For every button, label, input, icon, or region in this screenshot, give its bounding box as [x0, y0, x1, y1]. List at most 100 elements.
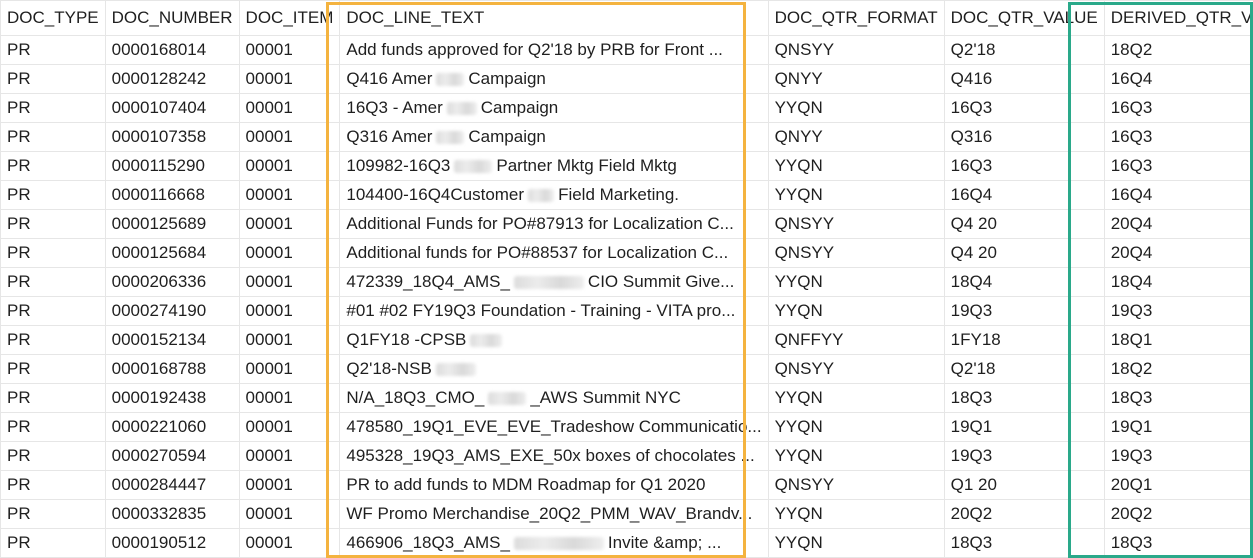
cell-derived-qtr-value[interactable]: 20Q4 — [1104, 210, 1253, 239]
table-row[interactable]: PR000016878800001 Q2'18-NSBQNSYYQ2'1818Q… — [1, 355, 1253, 384]
cell-doc-item[interactable]: 00001 — [239, 123, 340, 152]
cell-doc-number[interactable]: 0000168014 — [105, 36, 239, 65]
cell-doc-qtr-format[interactable]: QNSYY — [768, 355, 944, 384]
cell-doc-qtr-value[interactable]: 16Q3 — [944, 94, 1104, 123]
cell-derived-qtr-value[interactable]: 19Q3 — [1104, 442, 1253, 471]
cell-derived-qtr-value[interactable]: 18Q2 — [1104, 355, 1253, 384]
cell-doc-qtr-value[interactable]: 18Q4 — [944, 268, 1104, 297]
cell-doc-qtr-format[interactable]: YYQN — [768, 384, 944, 413]
cell-doc-line-text[interactable]: 495328_19Q3_AMS_EXE_50x boxes of chocola… — [340, 442, 768, 471]
cell-doc-line-text[interactable]: Q1FY18 -CPSB — [340, 326, 768, 355]
cell-doc-type[interactable]: PR — [1, 94, 106, 123]
col-header-doc-item[interactable]: DOC_ITEM — [239, 1, 340, 36]
cell-doc-item[interactable]: 00001 — [239, 65, 340, 94]
cell-doc-type[interactable]: PR — [1, 413, 106, 442]
cell-doc-number[interactable]: 0000221060 — [105, 413, 239, 442]
cell-doc-qtr-format[interactable]: YYQN — [768, 94, 944, 123]
cell-doc-line-text[interactable]: PR to add funds to MDM Roadmap for Q1 20… — [340, 471, 768, 500]
cell-doc-qtr-format[interactable]: YYQN — [768, 529, 944, 558]
cell-doc-qtr-format[interactable]: YYQN — [768, 500, 944, 529]
cell-doc-qtr-value[interactable]: Q4 20 — [944, 239, 1104, 268]
cell-doc-qtr-value[interactable]: 16Q4 — [944, 181, 1104, 210]
cell-derived-qtr-value[interactable]: 20Q1 — [1104, 471, 1253, 500]
cell-doc-qtr-value[interactable]: 19Q1 — [944, 413, 1104, 442]
cell-doc-type[interactable]: PR — [1, 65, 106, 94]
cell-doc-number[interactable]: 0000284447 — [105, 471, 239, 500]
cell-doc-number[interactable]: 0000125684 — [105, 239, 239, 268]
table-row[interactable]: PR000020633600001472339_18Q4_AMS_CIO Sum… — [1, 268, 1253, 297]
cell-derived-qtr-value[interactable]: 18Q3 — [1104, 529, 1253, 558]
cell-doc-number[interactable]: 0000116668 — [105, 181, 239, 210]
cell-doc-item[interactable]: 00001 — [239, 181, 340, 210]
cell-doc-line-text[interactable]: Q416 AmerCampaign — [340, 65, 768, 94]
cell-doc-item[interactable]: 00001 — [239, 297, 340, 326]
cell-doc-qtr-format[interactable]: QNSYY — [768, 471, 944, 500]
cell-doc-item[interactable]: 00001 — [239, 442, 340, 471]
table-row[interactable]: PR000015213400001Q1FY18 -CPSBQNFFYY1FY18… — [1, 326, 1253, 355]
cell-doc-line-text[interactable]: 466906_18Q3_AMS_Invite &amp; ... — [340, 529, 768, 558]
cell-derived-qtr-value[interactable]: 18Q2 — [1104, 36, 1253, 65]
table-row[interactable]: PR000011529000001109982-16Q3Partner Mktg… — [1, 152, 1253, 181]
cell-doc-item[interactable]: 00001 — [239, 413, 340, 442]
cell-derived-qtr-value[interactable]: 16Q4 — [1104, 65, 1253, 94]
cell-doc-qtr-format[interactable]: YYQN — [768, 413, 944, 442]
cell-doc-qtr-format[interactable]: YYQN — [768, 442, 944, 471]
cell-doc-item[interactable]: 00001 — [239, 210, 340, 239]
col-header-doc-qtr-value[interactable]: DOC_QTR_VALUE — [944, 1, 1104, 36]
cell-doc-item[interactable]: 00001 — [239, 36, 340, 65]
cell-doc-item[interactable]: 00001 — [239, 500, 340, 529]
table-row[interactable]: PR000012568900001Additional Funds for PO… — [1, 210, 1253, 239]
cell-doc-line-text[interactable]: Q2'18-NSB — [340, 355, 768, 384]
table-row[interactable]: PR000027419000001#01 #02 FY19Q3 Foundati… — [1, 297, 1253, 326]
cell-doc-type[interactable]: PR — [1, 355, 106, 384]
cell-doc-qtr-format[interactable]: YYQN — [768, 268, 944, 297]
table-row[interactable]: PR000028444700001PR to add funds to MDM … — [1, 471, 1253, 500]
col-header-doc-number[interactable]: DOC_NUMBER — [105, 1, 239, 36]
cell-doc-line-text[interactable]: 472339_18Q4_AMS_CIO Summit Give... — [340, 268, 768, 297]
table-row[interactable]: PR000012824200001 Q416 AmerCampaignQNYYQ… — [1, 65, 1253, 94]
cell-doc-qtr-format[interactable]: YYQN — [768, 297, 944, 326]
cell-doc-qtr-value[interactable]: Q2'18 — [944, 36, 1104, 65]
cell-doc-qtr-format[interactable]: QNYY — [768, 123, 944, 152]
cell-doc-qtr-format[interactable]: YYQN — [768, 152, 944, 181]
table-row[interactable]: PR000022106000001478580_19Q1_EVE_EVE_Tra… — [1, 413, 1253, 442]
cell-doc-line-text[interactable]: Q316 AmerCampaign — [340, 123, 768, 152]
table-row[interactable]: PR000010735800001 Q316 AmerCampaignQNYYQ… — [1, 123, 1253, 152]
cell-doc-line-text[interactable]: #01 #02 FY19Q3 Foundation - Training - V… — [340, 297, 768, 326]
cell-doc-type[interactable]: PR — [1, 181, 106, 210]
cell-doc-qtr-value[interactable]: 19Q3 — [944, 297, 1104, 326]
cell-doc-number[interactable]: 0000192438 — [105, 384, 239, 413]
cell-doc-line-text[interactable]: WF Promo Merchandise_20Q2_PMM_WAV_Brandv… — [340, 500, 768, 529]
col-header-derived-qtr-value[interactable]: DERIVED_QTR_VALUE — [1104, 1, 1253, 36]
cell-doc-type[interactable]: PR — [1, 384, 106, 413]
cell-doc-item[interactable]: 00001 — [239, 529, 340, 558]
cell-doc-line-text[interactable]: Additional Funds for PO#87913 for Locali… — [340, 210, 768, 239]
cell-doc-qtr-value[interactable]: Q1 20 — [944, 471, 1104, 500]
cell-doc-qtr-value[interactable]: 1FY18 — [944, 326, 1104, 355]
cell-derived-qtr-value[interactable]: 19Q3 — [1104, 297, 1253, 326]
cell-derived-qtr-value[interactable]: 18Q4 — [1104, 268, 1253, 297]
cell-doc-qtr-value[interactable]: 18Q3 — [944, 529, 1104, 558]
cell-doc-qtr-value[interactable]: Q2'18 — [944, 355, 1104, 384]
cell-doc-qtr-format[interactable]: QNFFYY — [768, 326, 944, 355]
cell-doc-type[interactable]: PR — [1, 152, 106, 181]
cell-doc-number[interactable]: 0000128242 — [105, 65, 239, 94]
cell-doc-number[interactable]: 0000125689 — [105, 210, 239, 239]
cell-doc-qtr-value[interactable]: Q4 20 — [944, 210, 1104, 239]
cell-doc-type[interactable]: PR — [1, 500, 106, 529]
cell-derived-qtr-value[interactable]: 18Q1 — [1104, 326, 1253, 355]
cell-doc-number[interactable]: 0000190512 — [105, 529, 239, 558]
table-row[interactable]: PR000010740400001 16Q3 - AmerCampaignYYQ… — [1, 94, 1253, 123]
cell-doc-qtr-format[interactable]: YYQN — [768, 181, 944, 210]
cell-doc-number[interactable]: 0000107404 — [105, 94, 239, 123]
table-row[interactable]: PR000016801400001Add funds approved for … — [1, 36, 1253, 65]
cell-doc-type[interactable]: PR — [1, 123, 106, 152]
cell-derived-qtr-value[interactable]: 16Q4 — [1104, 181, 1253, 210]
cell-doc-qtr-value[interactable]: Q416 — [944, 65, 1104, 94]
cell-doc-number[interactable]: 0000206336 — [105, 268, 239, 297]
cell-doc-line-text[interactable]: Additional funds for PO#88537 for Locali… — [340, 239, 768, 268]
cell-doc-type[interactable]: PR — [1, 471, 106, 500]
cell-doc-number[interactable]: 0000152134 — [105, 326, 239, 355]
cell-doc-type[interactable]: PR — [1, 297, 106, 326]
cell-doc-number[interactable]: 0000270594 — [105, 442, 239, 471]
